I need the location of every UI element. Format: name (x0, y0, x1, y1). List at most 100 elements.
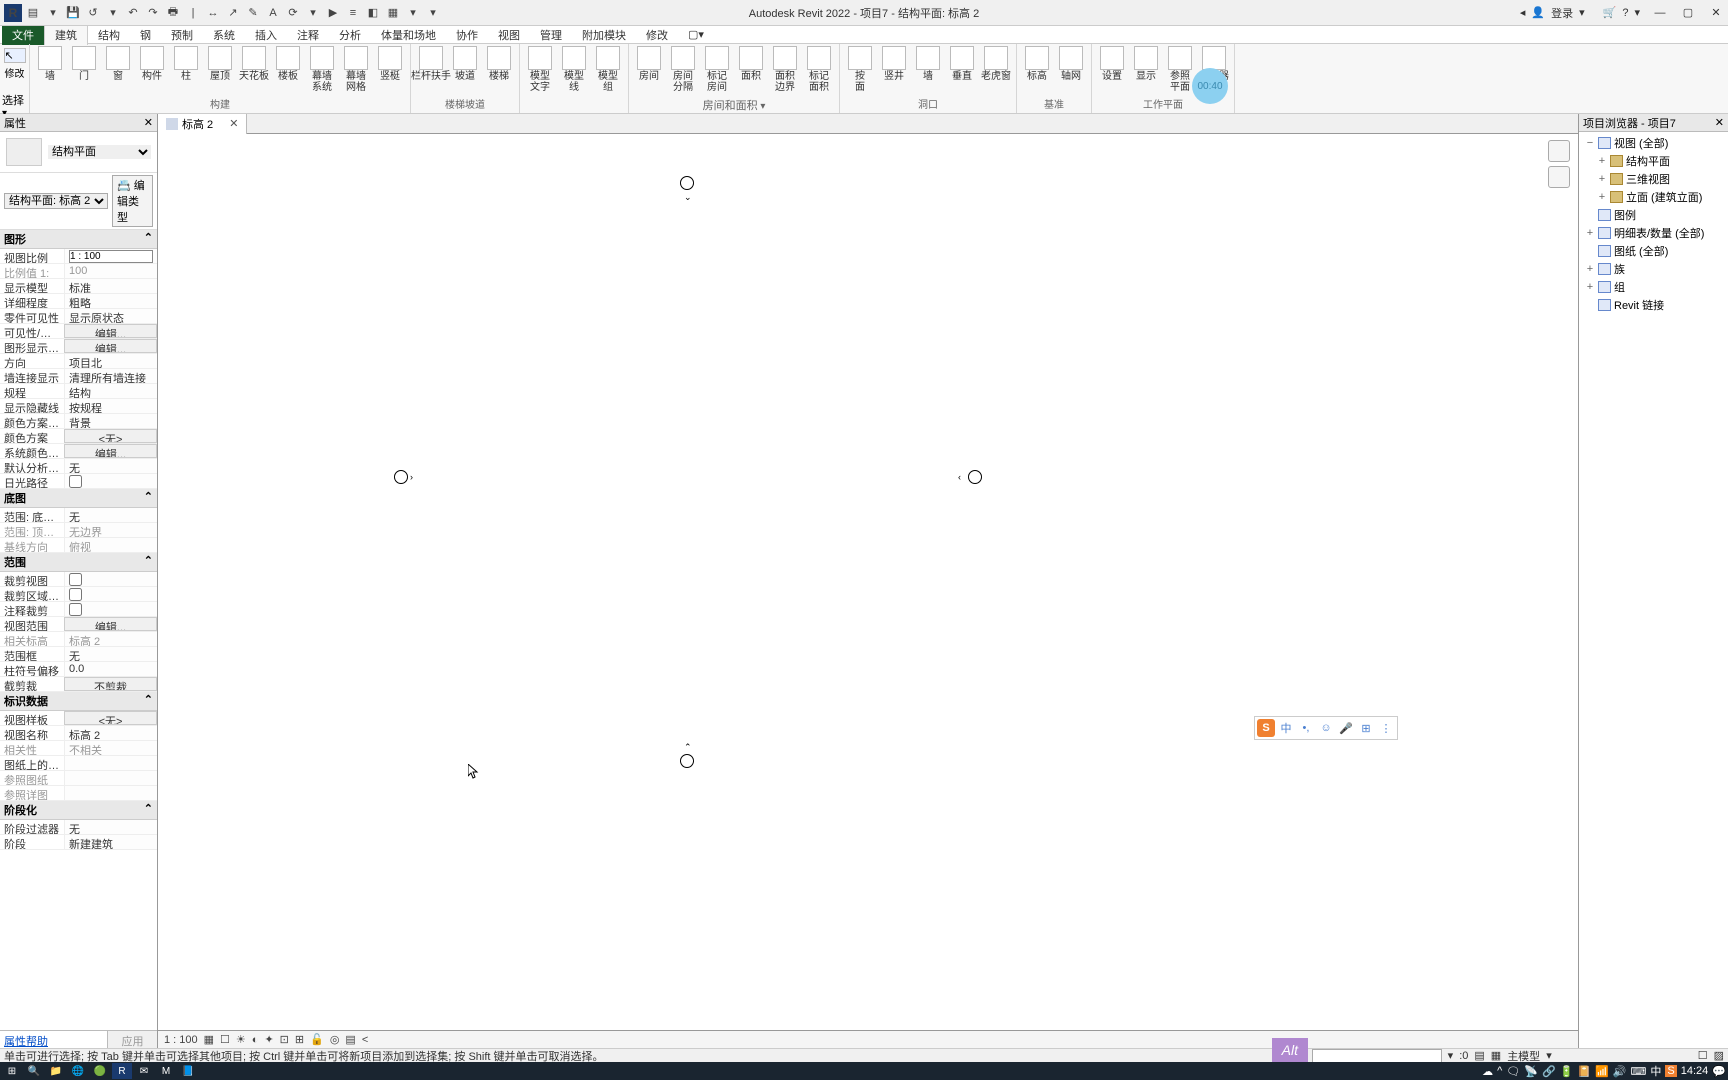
tray-icon-10[interactable]: 中 (1650, 1063, 1661, 1079)
search-icon[interactable]: ◂ (1520, 6, 1526, 19)
tab-addins[interactable]: 附加模块 (572, 25, 636, 45)
shadow-icon[interactable]: ◐ (252, 1034, 259, 1046)
ribbon-button[interactable]: 窗 (104, 46, 132, 82)
sync-icon[interactable]: ↺ (84, 4, 102, 22)
view-tab-level2[interactable]: 标高 2 ✕ (158, 114, 247, 134)
tab-architecture[interactable]: 建筑 (44, 24, 88, 45)
tab-structure[interactable]: 结构 (88, 25, 130, 45)
explorer-icon[interactable]: 📁 (46, 1063, 66, 1079)
login-label[interactable]: 登录 (1551, 5, 1573, 21)
property-value-button[interactable]: <无> (64, 711, 157, 725)
tray-notif-icon[interactable]: 💬 (1712, 1065, 1726, 1078)
property-value[interactable]: 无 (64, 820, 157, 834)
redo-icon[interactable]: ↷ (144, 4, 162, 22)
tab-modify[interactable]: 修改 (636, 25, 678, 45)
revit-taskbar-icon[interactable]: R (112, 1063, 132, 1079)
minimize-button[interactable]: — (1652, 5, 1668, 21)
align-icon[interactable]: ↗ (224, 4, 242, 22)
ribbon-button[interactable]: 坡道 (451, 46, 479, 82)
tree-expand-icon[interactable] (1585, 209, 1595, 221)
property-value-button[interactable]: 编辑... (64, 324, 157, 338)
property-category[interactable]: 标识数据⌃ (0, 692, 157, 711)
app-blue-icon[interactable]: 📘 (178, 1063, 198, 1079)
property-value[interactable]: 无 (64, 647, 157, 661)
restore-button[interactable]: ▢ (1680, 5, 1696, 21)
ribbon-button[interactable]: 轴网 (1057, 46, 1085, 82)
tab-insert[interactable]: 插入 (245, 25, 287, 45)
property-checkbox[interactable] (64, 602, 157, 616)
close-button[interactable]: ✕ (1708, 5, 1724, 21)
tree-expand-icon[interactable] (1585, 299, 1595, 311)
tray-icon-11[interactable]: S (1665, 1065, 1676, 1077)
type-dropdown[interactable]: 结构平面 (48, 145, 151, 159)
tray-icon-7[interactable]: 📶 (1595, 1065, 1609, 1078)
modify-icon[interactable]: ↖ (4, 48, 26, 63)
tree-expand-icon[interactable]: + (1585, 281, 1595, 293)
ime-menu-icon[interactable]: ⋮ (1377, 719, 1395, 737)
tab-massing[interactable]: 体量和场地 (371, 25, 446, 45)
tree-node[interactable]: 图例 (1581, 206, 1726, 224)
cart-icon[interactable]: 🛒 (1603, 6, 1617, 19)
tree-expand-icon[interactable]: + (1597, 173, 1607, 185)
tree-expand-icon[interactable]: + (1597, 191, 1607, 203)
tab-analyze[interactable]: 分析 (329, 25, 371, 45)
accept-icon[interactable]: ▶ (324, 4, 342, 22)
ribbon-button[interactable]: 垂直 (948, 46, 976, 82)
tree-node[interactable]: +三维视图 (1581, 170, 1726, 188)
tag-icon[interactable]: ✎ (244, 4, 262, 22)
visual-style-icon[interactable]: ☐ (220, 1033, 230, 1046)
property-value[interactable] (64, 249, 157, 263)
elevation-marker-south[interactable]: ⌃ (680, 754, 694, 768)
close-hidden-icon[interactable]: ◧ (364, 4, 382, 22)
ime-lang-icon[interactable]: 中 (1277, 719, 1295, 737)
reveal-icon[interactable]: ▤ (345, 1033, 355, 1046)
detail-level-icon[interactable]: ▦ (204, 1033, 214, 1046)
view-tab-close-icon[interactable]: ✕ (229, 117, 238, 130)
ribbon-button[interactable]: 门 (70, 46, 98, 82)
tray-icon-9[interactable]: ⌨ (1631, 1065, 1647, 1078)
ribbon-button[interactable]: 天花板 (240, 46, 268, 82)
unlock-icon[interactable]: 🔓 (310, 1033, 324, 1046)
edge-icon[interactable]: 🌐 (68, 1063, 88, 1079)
tree-node[interactable]: +结构平面 (1581, 152, 1726, 170)
selection-input[interactable] (1312, 1049, 1442, 1063)
tray-time[interactable]: 14:24 (1681, 1065, 1709, 1077)
ribbon-button[interactable]: 显示 (1132, 46, 1160, 82)
ribbon-button[interactable]: 房间 (635, 46, 663, 82)
ime-toolbar[interactable]: S 中 •, ☺ 🎤 ⊞ ⋮ (1254, 716, 1398, 740)
tab-file[interactable]: 文件 (2, 25, 44, 45)
measure-icon[interactable]: ↔ (204, 4, 222, 22)
ribbon-button[interactable]: 墙 (914, 46, 942, 82)
ribbon-button[interactable]: 栏杆扶手 (417, 46, 445, 82)
help-icon[interactable]: ? (1622, 7, 1628, 19)
property-value[interactable] (64, 756, 157, 770)
ribbon-button[interactable]: 幕墙系统 (308, 46, 336, 93)
ribbon-button[interactable]: 参照平面 (1166, 46, 1194, 93)
property-category[interactable]: 图形⌃ (0, 230, 157, 249)
ribbon-button[interactable]: 楼梯 (485, 46, 513, 82)
crop-icon[interactable]: ⊡ (280, 1033, 289, 1046)
ribbon-button[interactable]: 按面 (846, 46, 874, 93)
customize-icon[interactable]: ▾ (424, 4, 442, 22)
nav-home-icon[interactable] (1548, 140, 1570, 162)
ime-sogou-icon[interactable]: S (1257, 719, 1275, 737)
undo-icon[interactable]: ↶ (124, 4, 142, 22)
edit-type-button[interactable]: 📇 编辑类型 (112, 175, 153, 227)
property-category[interactable]: 范围⌃ (0, 553, 157, 572)
property-value[interactable]: 按规程 (64, 399, 157, 413)
ribbon-button[interactable]: 标记房间 (703, 46, 731, 93)
property-value[interactable]: 背景 (64, 414, 157, 428)
drawing-canvas[interactable]: ⌄ › ‹ ⌃ (158, 134, 1578, 1030)
help-dropdown-icon[interactable]: ▾ (1634, 6, 1640, 19)
ribbon-button[interactable]: 设置 (1098, 46, 1126, 82)
ribbon-button[interactable]: 墙 (36, 46, 64, 82)
property-value[interactable]: 结构 (64, 384, 157, 398)
panel-room-area-label[interactable]: 房间和面积 ▾ (629, 99, 839, 113)
rotate-dropdown-icon[interactable]: ▾ (304, 4, 322, 22)
switch-icon[interactable]: ▦ (384, 4, 402, 22)
type-selector[interactable]: 结构平面 (0, 132, 157, 173)
rendering-icon[interactable]: ✦ (264, 1033, 273, 1046)
tree-node[interactable]: Revit 链接 (1581, 296, 1726, 314)
temp-hide-icon[interactable]: ◎ (330, 1033, 340, 1046)
crop-show-icon[interactable]: ⊞ (295, 1033, 304, 1046)
